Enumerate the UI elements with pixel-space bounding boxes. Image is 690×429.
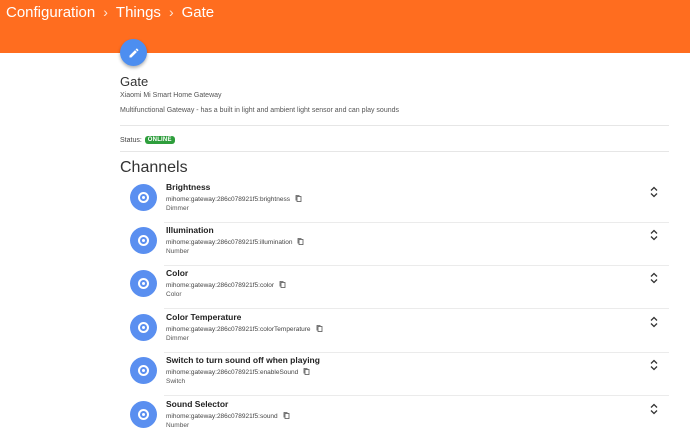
channel-uid-text: mihome:gateway:286c078921f5:enableSound xyxy=(166,368,299,376)
channel-uid: mihome:gateway:286c078921f5:illumination xyxy=(166,238,304,246)
radio-button-icon xyxy=(130,227,157,254)
radio-button-icon xyxy=(130,314,157,341)
channel-item-color-temperature[interactable]: Color Temperature mihome:gateway:286c078… xyxy=(120,310,669,353)
thing-description: Multifunctional Gateway - has a built in… xyxy=(120,107,399,114)
divider xyxy=(120,125,669,126)
breadcrumb-gate: Gate xyxy=(181,3,215,21)
channel-title: Color xyxy=(166,268,189,278)
copy-icon[interactable] xyxy=(279,281,286,289)
channel-item-sound[interactable]: Sound Selector mihome:gateway:286c078921… xyxy=(120,397,669,429)
channel-item-color[interactable]: Color mihome:gateway:286c078921f5:color … xyxy=(120,266,669,309)
row-divider xyxy=(164,308,669,309)
thing-label: Xiaomi Mi Smart Home Gateway xyxy=(120,92,222,99)
unfold-icon[interactable] xyxy=(650,272,658,284)
unfold-icon[interactable] xyxy=(650,403,658,415)
channels-heading: Channels xyxy=(120,159,188,176)
status-row: Status: ONLINE xyxy=(120,136,175,144)
channel-type: Color xyxy=(166,291,182,298)
channel-type: Switch xyxy=(166,378,186,385)
radio-button-icon xyxy=(130,401,157,428)
edit-thing-button[interactable] xyxy=(120,39,147,66)
channel-item-illumination[interactable]: Illumination mihome:gateway:286c078921f5… xyxy=(120,223,669,266)
channel-item-brightness[interactable]: Brightness mihome:gateway:286c078921f5:b… xyxy=(120,180,669,223)
channel-uid: mihome:gateway:286c078921f5:brightness xyxy=(166,195,302,203)
channel-uid: mihome:gateway:286c078921f5:enableSound xyxy=(166,368,310,376)
unfold-icon[interactable] xyxy=(650,186,658,198)
status-badge: ONLINE xyxy=(144,136,175,144)
channel-type: Number xyxy=(166,422,190,429)
channel-item-enable-sound[interactable]: Switch to turn sound off when playing mi… xyxy=(120,353,669,396)
breadcrumb-configuration[interactable]: Configuration xyxy=(6,4,95,21)
radio-button-icon xyxy=(130,270,157,297)
pencil-icon xyxy=(129,47,139,57)
status-label: Status: xyxy=(120,136,142,144)
divider xyxy=(120,151,669,152)
channel-uid: mihome:gateway:286c078921f5:sound xyxy=(166,412,290,420)
copy-icon[interactable] xyxy=(283,412,290,420)
channel-uid: mihome:gateway:286c078921f5:color xyxy=(166,281,286,289)
unfold-icon[interactable] xyxy=(650,316,658,328)
radio-button-icon xyxy=(130,184,157,211)
channel-title: Illumination xyxy=(166,225,214,235)
radio-button-icon xyxy=(130,357,157,384)
thing-name: Gate xyxy=(120,74,149,89)
channel-type: Dimmer xyxy=(166,205,189,212)
channel-title: Brightness xyxy=(166,182,211,192)
channel-uid-text: mihome:gateway:286c078921f5:brightness xyxy=(166,195,290,203)
channel-uid-text: mihome:gateway:286c078921f5:illumination xyxy=(166,238,293,246)
unfold-icon[interactable] xyxy=(650,359,658,371)
channel-type: Number xyxy=(166,248,190,255)
breadcrumb: Configuration › Things › Gate xyxy=(6,3,214,21)
breadcrumb-things[interactable]: Things xyxy=(116,4,161,21)
channel-title: Sound Selector xyxy=(166,399,229,409)
channel-title: Color Temperature xyxy=(166,312,242,322)
channel-uid-text: mihome:gateway:286c078921f5:color xyxy=(166,281,275,289)
chevron-right-icon: › xyxy=(103,4,108,20)
chevron-right-icon: › xyxy=(168,4,174,20)
row-divider xyxy=(164,395,669,396)
app-header: Configuration › Things › Gate xyxy=(0,0,690,53)
unfold-icon[interactable] xyxy=(650,229,658,241)
copy-icon[interactable] xyxy=(316,325,323,333)
copy-icon[interactable] xyxy=(297,238,304,246)
channel-title: Switch to turn sound off when playing xyxy=(166,355,320,365)
channel-type: Dimmer xyxy=(166,335,189,342)
channel-uid: mihome:gateway:286c078921f5:colorTempera… xyxy=(166,325,323,333)
copy-icon[interactable] xyxy=(303,368,310,376)
channel-uid-text: mihome:gateway:286c078921f5:sound xyxy=(166,412,278,420)
copy-icon[interactable] xyxy=(295,195,302,203)
channel-uid-text: mihome:gateway:286c078921f5:colorTempera… xyxy=(166,325,311,333)
